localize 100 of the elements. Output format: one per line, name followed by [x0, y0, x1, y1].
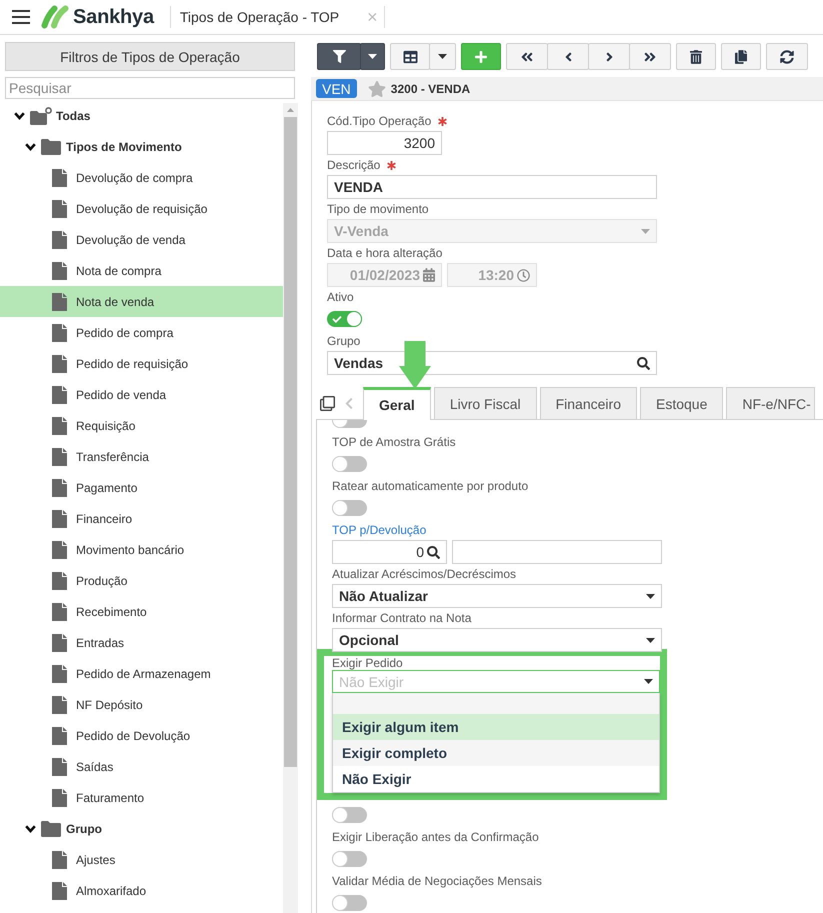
file-icon [52, 850, 67, 868]
tree-item[interactable]: Todas [0, 100, 283, 131]
file-icon [52, 696, 67, 714]
file-icon [52, 200, 67, 218]
refresh-icon [780, 50, 794, 64]
tree-item[interactable]: Saídas [0, 751, 283, 782]
tree-item[interactable]: Entradas [0, 627, 283, 658]
file-icon [52, 510, 67, 528]
tree-item[interactable]: Ajustes [0, 844, 283, 875]
select-field[interactable]: Não Atualizar [332, 584, 662, 608]
type-badge: VEN [316, 79, 357, 98]
tab[interactable]: Financeiro [540, 387, 637, 419]
tree-item[interactable]: Produção [0, 565, 283, 596]
file-icon [52, 882, 67, 900]
scrollbar-track[interactable] [283, 103, 298, 913]
toggle-switch[interactable] [332, 807, 367, 823]
tree-item[interactable]: Grupo [0, 813, 283, 844]
toggle-switch[interactable] [332, 500, 367, 516]
tree-item[interactable]: Devolução de compra [0, 162, 283, 193]
field-label: Cód.Tipo Operação [327, 114, 432, 129]
search-field[interactable]: Vendas [327, 351, 657, 375]
chevron-left-icon [564, 50, 572, 64]
scroll-up-icon[interactable] [287, 108, 294, 112]
tree-item[interactable]: Tipos de Movimento [0, 131, 283, 162]
tab[interactable]: Livro Fiscal [434, 387, 537, 419]
tree-item[interactable]: Pedido de compra [0, 317, 283, 348]
select-field[interactable]: Opcional [332, 628, 662, 652]
filter-header-button[interactable]: Filtros de Tipos de Operação [5, 42, 295, 71]
search-field[interactable]: Pesquisar [5, 77, 295, 99]
add-button[interactable] [461, 43, 501, 70]
tree-item[interactable]: Recebimento [0, 596, 283, 627]
number-field[interactable]: 3200 [327, 131, 442, 155]
tree-item[interactable]: Pedido de Devolução [0, 720, 283, 751]
file-icon [52, 262, 67, 280]
tree-item[interactable]: Movimento bancário [0, 534, 283, 565]
grid-menu-button[interactable] [429, 43, 456, 70]
caret-down-icon [646, 638, 655, 642]
tree-item[interactable]: Nota de compra [0, 255, 283, 286]
tree-item[interactable]: Faturamento [0, 782, 283, 813]
text-field[interactable]: VENDA [327, 175, 657, 199]
field-label: Validar Média de Negociações Mensais [332, 874, 542, 889]
tree-item[interactable]: NF Depósito [0, 689, 283, 720]
toggle-switch[interactable] [332, 851, 367, 867]
field-link[interactable]: TOP p/Devolução [332, 523, 426, 538]
dropdown-option[interactable]: Exigir completo [333, 740, 659, 766]
field-label: Descrição [327, 158, 380, 173]
chevron-down-icon[interactable] [25, 142, 36, 150]
tree-item[interactable]: Transferência [0, 441, 283, 472]
dropdown-option[interactable]: Exigir algum item [333, 714, 659, 740]
refresh-button[interactable] [766, 43, 808, 70]
toggle-switch[interactable] [332, 895, 367, 911]
toggle-switch[interactable] [332, 456, 367, 472]
chevron-down-icon[interactable] [25, 824, 36, 832]
copy-icon [320, 396, 335, 411]
tree-item[interactable]: Devolução de venda [0, 224, 283, 255]
chevron-down-icon[interactable] [14, 112, 25, 120]
delete-button[interactable] [676, 43, 716, 70]
tree-item[interactable]: Pedido de Armazenagem [0, 658, 283, 689]
filter-button[interactable] [317, 43, 361, 70]
grid-view-button[interactable] [390, 43, 430, 70]
caret-down-icon [644, 679, 653, 684]
file-icon [52, 664, 67, 682]
logo-icon [41, 5, 69, 29]
code-field[interactable]: 0 [332, 540, 447, 564]
tab[interactable]: NF-e/NFC- [726, 387, 815, 419]
scrollbar-thumb[interactable] [284, 117, 297, 767]
last-record-button[interactable] [629, 43, 671, 70]
field-label: Atualizar Acréscimos/Decréscimos [332, 567, 516, 582]
brand-name: Sankhya [73, 6, 154, 28]
tree-item[interactable]: Pedido de requisição [0, 348, 283, 379]
tree-item[interactable]: Almoxarifado [0, 875, 283, 906]
tree-item[interactable]: Nota de venda [0, 286, 283, 317]
folder-gear-icon [30, 106, 52, 124]
double-chevron-right-icon [644, 50, 656, 64]
description-field[interactable] [452, 540, 662, 564]
file-icon [52, 386, 67, 404]
toggle-switch[interactable] [327, 311, 362, 327]
calendar-icon [423, 268, 435, 282]
tree-item[interactable]: Devolução de requisição [0, 193, 283, 224]
field-label: Ratear automaticamente por produto [332, 479, 528, 494]
folder-icon [41, 820, 61, 836]
filter-menu-button[interactable] [360, 43, 385, 70]
first-record-button[interactable] [506, 43, 548, 70]
caret-down-icon [368, 54, 377, 59]
menu-icon[interactable] [12, 10, 30, 24]
field-label: Informar Contrato na Nota [332, 611, 472, 626]
file-icon [52, 354, 67, 372]
tree-item[interactable]: Pagamento [0, 472, 283, 503]
file-icon [52, 448, 67, 466]
file-icon [52, 324, 67, 342]
field-label: Data e hora alteração [327, 246, 442, 261]
duplicate-button[interactable] [721, 43, 761, 70]
tree-item[interactable]: Pedido de venda [0, 379, 283, 410]
tab[interactable]: Estoque [640, 387, 724, 419]
file-icon [52, 478, 67, 496]
tab[interactable]: Geral [363, 387, 431, 420]
tree-item[interactable]: Financeiro [0, 503, 283, 534]
dropdown-option[interactable]: Não Exigir [333, 766, 659, 792]
file-icon [52, 416, 67, 434]
tree-item[interactable]: Requisição [0, 410, 283, 441]
